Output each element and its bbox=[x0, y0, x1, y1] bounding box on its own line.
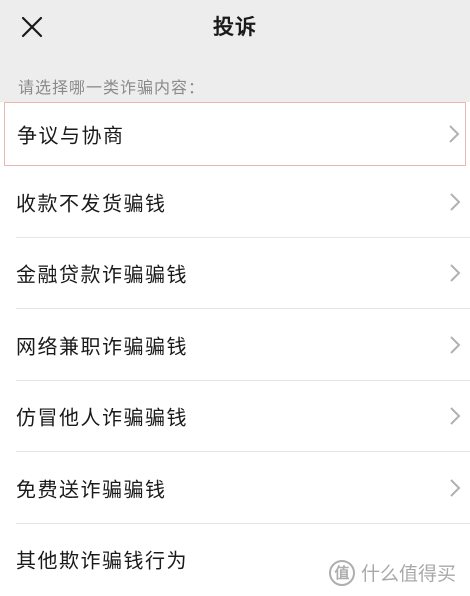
category-list: 争议与协商 收款不发货骗钱 金融贷款诈骗骗钱 网络兼职诈骗骗钱 仿冒他人诈骗骗钱… bbox=[0, 102, 470, 596]
watermark-logo: 值 bbox=[328, 559, 355, 586]
list-item-label: 仿冒他人诈骗骗钱 bbox=[16, 405, 188, 430]
chevron-right-icon bbox=[449, 125, 460, 143]
list-item-free-gift[interactable]: 免费送诈骗骗钱 bbox=[0, 452, 470, 524]
watermark-text: 什么值得买 bbox=[360, 563, 456, 585]
watermark: 值 什么值得买 bbox=[328, 559, 456, 586]
chevron-right-icon bbox=[450, 479, 461, 497]
list-item-parttime-fraud[interactable]: 网络兼职诈骗骗钱 bbox=[0, 309, 470, 381]
list-item-label: 争议与协商 bbox=[17, 123, 125, 148]
list-item-loan-fraud[interactable]: 金融贷款诈骗骗钱 bbox=[0, 238, 470, 309]
list-item-no-delivery[interactable]: 收款不发货骗钱 bbox=[0, 166, 470, 238]
header-bar: 投诉 bbox=[0, 0, 470, 56]
chevron-right-icon bbox=[450, 407, 461, 425]
page-title: 投诉 bbox=[213, 15, 257, 39]
category-hint: 请选择哪一类诈骗内容： bbox=[18, 78, 206, 97]
chevron-right-icon bbox=[450, 193, 461, 211]
list-item-label: 网络兼职诈骗骗钱 bbox=[16, 334, 188, 359]
list-item-label: 收款不发货骗钱 bbox=[16, 191, 167, 216]
list-item-dispute[interactable]: 争议与协商 bbox=[4, 102, 466, 166]
list-item-label: 其他欺诈骗钱行为 bbox=[16, 548, 188, 573]
list-item-label: 金融贷款诈骗骗钱 bbox=[16, 262, 188, 287]
chevron-right-icon bbox=[450, 264, 461, 282]
chevron-right-icon bbox=[450, 336, 461, 354]
list-item-label: 免费送诈骗骗钱 bbox=[16, 477, 167, 502]
list-item-impersonation[interactable]: 仿冒他人诈骗骗钱 bbox=[0, 381, 470, 452]
